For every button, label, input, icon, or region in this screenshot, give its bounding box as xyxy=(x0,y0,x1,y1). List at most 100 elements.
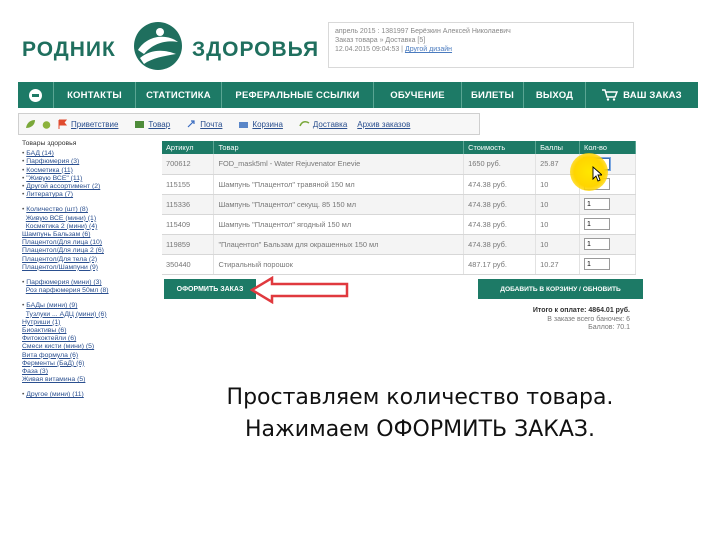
cell-price: 474.38 руб. xyxy=(463,214,537,235)
cell-points: 10 xyxy=(535,234,581,255)
sidebar-item[interactable]: Вита формула (6) xyxy=(22,352,152,360)
total-jars: В заказе всего баночек: 6 xyxy=(547,315,630,323)
mail-icon xyxy=(187,120,195,128)
subnav-order-archive[interactable]: Архив заказов xyxy=(357,120,410,129)
table-row: 115336 Шампунь "Плацентол" секущ. 85 150… xyxy=(162,194,636,215)
subnav-cart[interactable]: Корзина xyxy=(252,120,282,129)
basket-icon xyxy=(239,122,249,128)
subnav-mail[interactable]: Почта xyxy=(200,120,222,129)
nav-tickets[interactable]: БИЛЕТЫ xyxy=(462,82,524,108)
apple-icon xyxy=(42,121,51,129)
user-info-line-3: 12.04.2015 09:04:53 | Другой дизайн xyxy=(335,45,627,54)
sidebar-item[interactable]: Плацентол/Для тела (2) xyxy=(22,256,152,264)
nav-your-order-label: ВАШ ЗАКАЗ xyxy=(623,89,682,101)
table-row: 115155 Шампунь "Плацентол" травяной 150 … xyxy=(162,174,636,195)
sidebar-item[interactable]: • Парфюмерия (3) xyxy=(22,158,152,166)
sidebar-item[interactable]: Плацентол/Для лица (10) xyxy=(22,239,152,247)
logo-word-right: ЗДОРОВЬЯ xyxy=(192,38,320,61)
cell-points: 10 xyxy=(535,194,581,215)
sidebar-item[interactable]: Смеси кисти (мини) (5) xyxy=(22,343,152,351)
sidebar-item[interactable]: Шампунь Бальзам (6) xyxy=(22,231,152,239)
total-points: Баллов: 70.1 xyxy=(588,324,630,331)
nav-training[interactable]: ОБУЧЕНИЕ xyxy=(374,82,462,108)
site-logo[interactable]: РОДНИК ЗДОРОВЬЯ xyxy=(22,20,318,72)
sidebar-item[interactable]: Плацентол/Шампуни (9) xyxy=(22,264,152,272)
sidebar-item[interactable]: • Другой ассортимент (2) xyxy=(22,183,152,191)
sidebar-item[interactable]: Плацентол/Для лица 2 (6) xyxy=(22,247,152,255)
cell-sku: 115155 xyxy=(162,174,215,195)
cell-product: FOD_mask5ml - Water Rejuvenator Enevie xyxy=(213,154,465,175)
table-row: 115409 Шампунь "Плацентол" ягодный 150 м… xyxy=(162,214,636,235)
sidebar-item[interactable]: Тузлуки ... АДЦ (мини) (6) xyxy=(22,311,152,319)
sidebar-item[interactable]: Живая витамина (5) xyxy=(22,376,152,384)
sidebar-item[interactable]: Биоактивы (6) xyxy=(22,327,152,335)
col-product: Товар xyxy=(213,141,465,154)
subnav-greeting[interactable]: Приветствие xyxy=(71,120,118,129)
sidebar-item[interactable]: Роз парфюмерия 50мл (8) xyxy=(22,287,152,295)
sub-toolbar: Приветствие Товар Почта Корзина Доставка… xyxy=(18,113,480,135)
sidebar-item[interactable]: Фаза (3) xyxy=(22,368,152,376)
caption-line-1: Проставляем количество товара. xyxy=(226,385,614,410)
sidebar-item[interactable]: Фитококтейли (6) xyxy=(22,335,152,343)
cell-sku: 350440 xyxy=(162,254,215,275)
nav-statistics[interactable]: СТАТИСТИКА xyxy=(136,82,222,108)
cell-sku: 700612 xyxy=(162,154,215,175)
col-points: Баллы xyxy=(535,141,581,154)
cell-sku: 115336 xyxy=(162,194,215,215)
sidebar-item[interactable]: Нутриши (1) xyxy=(22,319,152,327)
cell-quantity xyxy=(579,194,636,215)
quantity-input[interactable] xyxy=(584,258,611,270)
cell-points: 10.27 xyxy=(535,254,581,275)
goods-icon xyxy=(135,121,145,128)
update-cart-button[interactable]: ДОБАВИТЬ В КОРЗИНУ / ОБНОВИТЬ xyxy=(478,279,643,299)
session-time: 12.04.2015 09:04:53 | xyxy=(335,46,403,53)
sidebar-item[interactable]: Косметика 2 (мини) (4) xyxy=(22,223,152,231)
other-design-link[interactable]: Другой дизайн xyxy=(405,46,452,53)
flag-icon xyxy=(58,119,68,129)
col-sku: Артикул xyxy=(162,141,215,154)
cell-price: 1650 руб. xyxy=(463,154,537,175)
cell-quantity xyxy=(579,254,636,275)
cell-product: "Плацентол" Бальзам для окрашенных 150 м… xyxy=(213,234,465,255)
sidebar-heading: Товары здоровья xyxy=(22,140,77,147)
nav-logout[interactable]: ВЫХОД xyxy=(524,82,586,108)
subnav-goods[interactable]: Товар xyxy=(148,120,170,129)
sidebar-item[interactable]: Ферменты (БаД) (6) xyxy=(22,360,152,368)
sidebar-item[interactable]: • Литература (7) xyxy=(22,191,152,199)
cart-table: Артикул Товар Стоимость Баллы Кол-во 700… xyxy=(162,141,636,275)
table-row: 700612 FOD_mask5ml - Water Rejuvenator E… xyxy=(162,154,636,175)
total-sum: Итого к оплате: 4864.01 руб. xyxy=(532,307,630,314)
cell-product: Шампунь "Плацентол" ягодный 150 мл xyxy=(213,214,465,235)
category-sidebar: Товары здоровья • БАД (14) • Парфюмерия … xyxy=(22,140,152,400)
order-totals: Итого к оплате: 4864.01 руб. В заказе вс… xyxy=(470,307,630,333)
sidebar-item[interactable]: • Другое (мини) (11) xyxy=(22,391,152,399)
sidebar-item[interactable]: • Количество (шт) (8) xyxy=(22,206,152,214)
quantity-input[interactable] xyxy=(584,198,611,210)
logo-swirl-icon xyxy=(134,22,182,70)
cell-product: Шампунь "Плацентол" секущ. 85 150 мл xyxy=(213,194,465,215)
cell-product: Шампунь "Плацентол" травяной 150 мл xyxy=(213,174,465,195)
quantity-input[interactable] xyxy=(584,238,611,250)
nav-contacts[interactable]: КОНТАКТЫ xyxy=(54,82,136,108)
slide-caption: Проставляем количество товара. Нажимаем … xyxy=(140,382,700,446)
leaf-icon xyxy=(26,120,35,128)
delivery-icon xyxy=(299,120,310,127)
cell-price: 474.38 руб. xyxy=(463,234,537,255)
user-info-box: апрель 2015 : 1381997 Берёзкин Алексей Н… xyxy=(328,22,634,68)
red-arrow-icon xyxy=(250,276,349,304)
main-nav: КОНТАКТЫ СТАТИСТИКА РЕФЕРАЛЬНЫЕ ССЫЛКИ О… xyxy=(18,82,698,108)
cell-product: Стиральный порошок xyxy=(213,254,465,275)
subnav-delivery[interactable]: Доставка xyxy=(313,120,347,129)
sidebar-item[interactable]: Живую ВСЕ (мини) (1) xyxy=(22,215,152,223)
sidebar-item[interactable]: • БАДы (мини) (9) xyxy=(22,302,152,310)
sidebar-item[interactable]: • Парфюмерия (мини) (3) xyxy=(22,279,152,287)
nav-your-order[interactable]: ВАШ ЗАКАЗ xyxy=(586,82,698,108)
sidebar-item[interactable]: • "Живую ВСЕ" (11) xyxy=(22,175,152,183)
quantity-input[interactable] xyxy=(584,218,611,230)
nav-referral-links[interactable]: РЕФЕРАЛЬНЫЕ ССЫЛКИ xyxy=(222,82,374,108)
checkout-button[interactable]: ОФОРМИТЬ ЗАКАЗ xyxy=(164,279,256,299)
sidebar-item[interactable]: • Косметика (11) xyxy=(22,167,152,175)
home-button[interactable] xyxy=(18,82,54,108)
cell-price: 487.17 руб. xyxy=(463,254,537,275)
sidebar-item[interactable]: • БАД (14) xyxy=(22,150,152,158)
